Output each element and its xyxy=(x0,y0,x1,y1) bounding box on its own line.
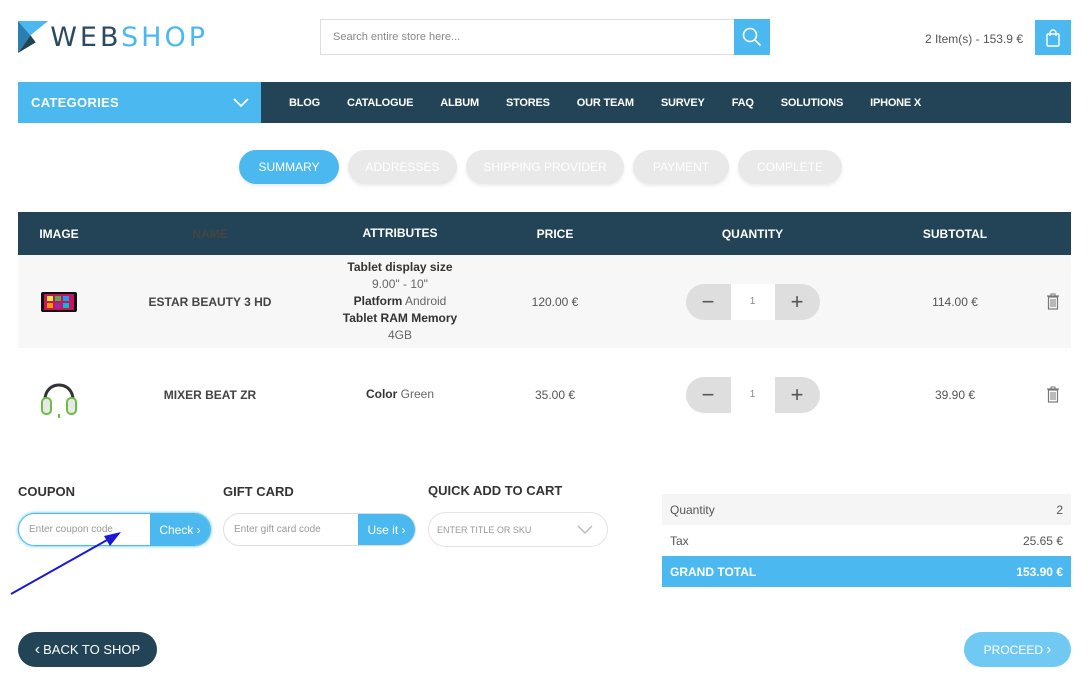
cart-summary[interactable]: 2 Item(s) - 153.9 € xyxy=(925,32,1023,46)
quantity-stepper: − 1 + xyxy=(685,376,820,413)
nav-item-album[interactable]: ALBUM xyxy=(440,97,479,109)
nav-item-solutions[interactable]: SOLUTIONS xyxy=(781,97,844,109)
header-name: NAME xyxy=(192,226,228,241)
chevron-left-icon: ‹ xyxy=(34,640,41,658)
categories-dropdown[interactable]: CATEGORIES xyxy=(18,82,261,123)
shopping-bag-icon xyxy=(1046,28,1060,47)
logo[interactable]: WEBSHOP xyxy=(18,19,208,55)
quickadd-select[interactable]: ENTER TITLE OR SKU xyxy=(428,512,608,547)
totals-grand-row: GRAND TOTAL 153.90 € xyxy=(662,556,1071,587)
chevron-down-icon xyxy=(233,97,249,107)
table-header: IMAGE NAME ATTRIBUTES PRICE QUANTITY SUB… xyxy=(18,212,1071,255)
quantity-value[interactable]: 1 xyxy=(730,283,775,320)
coupon-label: COUPON xyxy=(18,484,76,499)
nav-item-faq[interactable]: FAQ xyxy=(732,97,754,109)
product-attributes: Color Green xyxy=(365,387,435,401)
giftcard-use-button[interactable]: Use it › xyxy=(358,514,415,545)
step-summary[interactable]: SUMMARY xyxy=(239,150,339,184)
proceed-button[interactable]: PROCEED › xyxy=(964,632,1071,667)
tablet-image-icon xyxy=(41,291,77,312)
chevron-right-icon: › xyxy=(401,522,406,537)
totals-quantity-row: Quantity 2 xyxy=(662,494,1071,525)
product-name[interactable]: ESTAR BEAUTY 3 HD xyxy=(100,295,320,309)
product-attributes: Tablet display size 9.00" - 10" Platform… xyxy=(342,260,458,342)
header-attributes: ATTRIBUTES xyxy=(362,226,438,240)
header-price: PRICE xyxy=(536,226,574,241)
giftcard-label: GIFT CARD xyxy=(223,484,294,499)
coupon-check-button[interactable]: Check › xyxy=(150,514,210,545)
trash-icon xyxy=(1047,293,1059,310)
product-name[interactable]: MIXER BEAT ZR xyxy=(100,388,320,402)
product-image-tablet[interactable] xyxy=(18,290,100,314)
cart-table: IMAGE NAME ATTRIBUTES PRICE QUANTITY SUB… xyxy=(18,212,1071,441)
giftcard-form: Use it › xyxy=(223,513,416,546)
product-image-headphones[interactable] xyxy=(18,370,100,420)
search-input[interactable] xyxy=(321,20,734,54)
coupon-form: Check › xyxy=(18,513,211,546)
header-subtotal: SUBTOTAL xyxy=(922,226,988,241)
quantity-increase-button[interactable]: + xyxy=(775,284,820,320)
header-image: IMAGE xyxy=(39,226,79,241)
logo-text: WEBSHOP xyxy=(50,21,208,53)
search-button[interactable] xyxy=(734,19,770,55)
coupon-input[interactable] xyxy=(19,514,150,545)
quickadd-placeholder: ENTER TITLE OR SKU xyxy=(437,524,532,535)
search-bar xyxy=(320,19,770,55)
remove-item-button[interactable] xyxy=(1035,293,1071,310)
quantity-decrease-button[interactable]: − xyxy=(686,377,731,413)
nav-item-blog[interactable]: BLOG xyxy=(289,97,320,109)
table-row: MIXER BEAT ZR Color Green 35.00 € − 1 + … xyxy=(18,348,1071,441)
step-complete[interactable]: COMPLETE xyxy=(738,150,842,184)
nav-item-survey[interactable]: SURVEY xyxy=(661,97,705,109)
main-navbar: CATEGORIES BLOG CATALOGUE ALBUM STORES O… xyxy=(18,82,1071,123)
quantity-increase-button[interactable]: + xyxy=(775,377,820,413)
back-to-shop-button[interactable]: ‹ BACK TO SHOP xyxy=(18,632,157,667)
nav-menu: BLOG CATALOGUE ALBUM STORES OUR TEAM SUR… xyxy=(289,97,948,109)
quickadd-label: QUICK ADD TO CART xyxy=(428,483,563,498)
chevron-right-icon: › xyxy=(196,522,201,537)
product-subtotal: 114.00 € xyxy=(932,294,978,309)
product-price: 35.00 € xyxy=(534,387,576,402)
logo-mark-icon xyxy=(18,21,49,53)
nav-item-our-team[interactable]: OUR TEAM xyxy=(577,97,634,109)
giftcard-input[interactable] xyxy=(224,514,358,545)
product-price: 120.00 € xyxy=(531,294,579,309)
nav-item-catalogue[interactable]: CATALOGUE xyxy=(347,97,413,109)
checkout-steps: SUMMARY ADDRESSES SHIPPING PROVIDER PAYM… xyxy=(239,150,851,184)
quantity-value[interactable]: 1 xyxy=(730,376,775,413)
chevron-right-icon: › xyxy=(1046,640,1052,658)
categories-label: CATEGORIES xyxy=(31,95,119,110)
table-row: ESTAR BEAUTY 3 HD Tablet display size 9.… xyxy=(18,255,1071,348)
cart-button[interactable] xyxy=(1035,20,1071,55)
search-icon xyxy=(742,27,762,47)
step-addresses[interactable]: ADDRESSES xyxy=(348,150,457,184)
totals-tax-row: Tax 25.65 € xyxy=(670,533,1063,548)
headphones-image-icon xyxy=(41,383,77,418)
remove-item-button[interactable] xyxy=(1035,386,1071,403)
nav-item-iphone-x[interactable]: IPHONE X xyxy=(870,97,921,109)
quantity-decrease-button[interactable]: − xyxy=(686,284,731,320)
step-payment[interactable]: PAYMENT xyxy=(633,150,729,184)
step-shipping-provider[interactable]: SHIPPING PROVIDER xyxy=(466,150,624,184)
quantity-stepper: − 1 + xyxy=(685,283,820,320)
header-quantity: QUANTITY xyxy=(721,226,784,241)
nav-item-stores[interactable]: STORES xyxy=(506,97,550,109)
product-subtotal: 39.90 € xyxy=(934,387,976,402)
chevron-down-icon xyxy=(577,525,593,534)
order-totals: Quantity 2 Tax 25.65 € GRAND TOTAL 153.9… xyxy=(662,494,1071,587)
trash-icon xyxy=(1047,386,1059,403)
